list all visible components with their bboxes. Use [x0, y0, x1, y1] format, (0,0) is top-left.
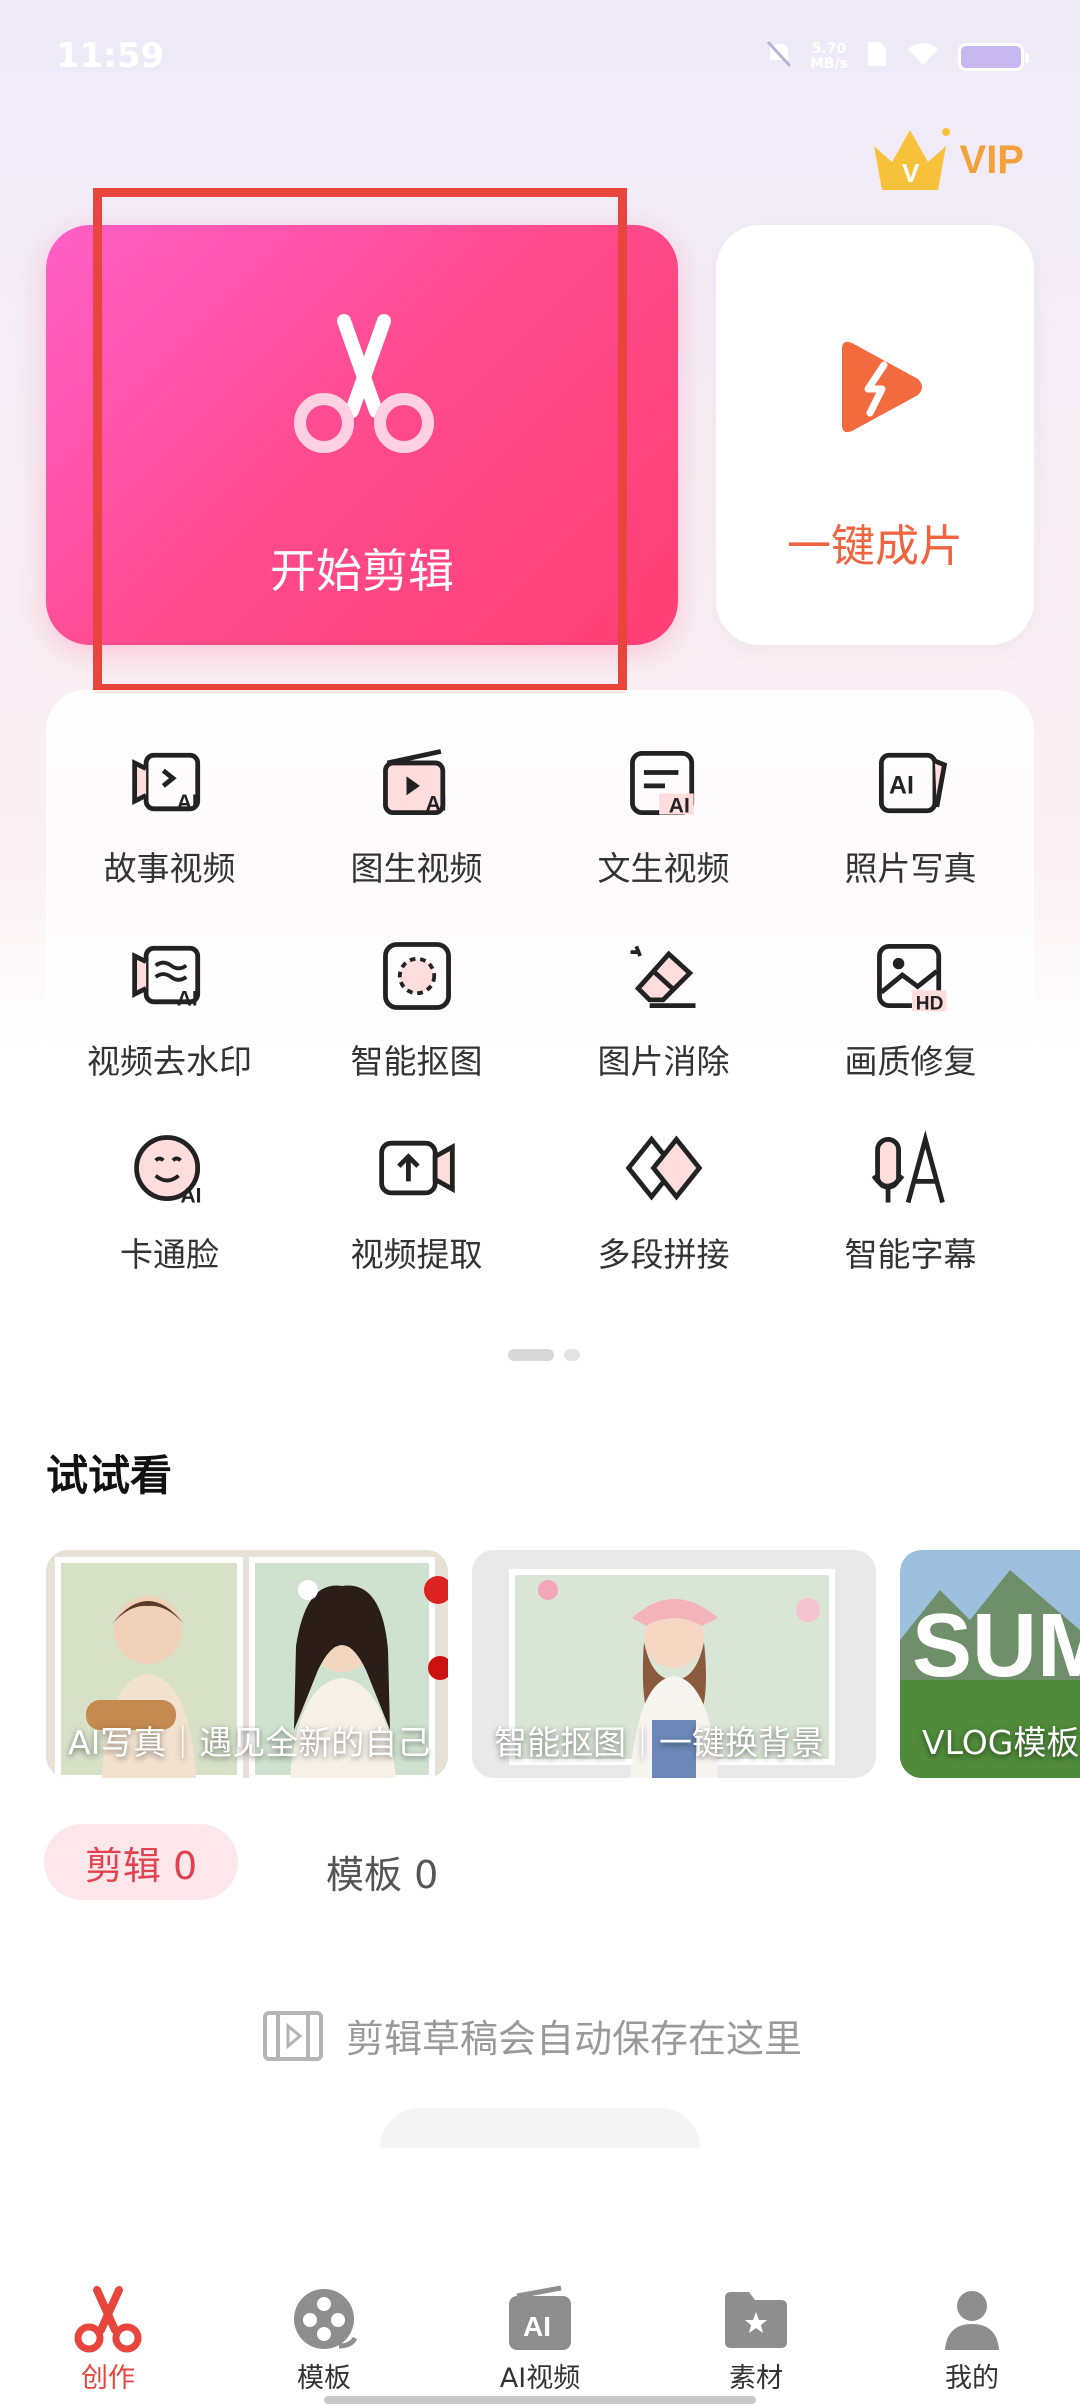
- image-to-video-icon: AI: [382, 749, 446, 816]
- tool-image-to-video[interactable]: AI 图生视频: [293, 700, 540, 890]
- tool-label: 文生视频: [597, 849, 730, 888]
- tool-story-video[interactable]: AI 故事视频: [46, 700, 293, 890]
- vip-button[interactable]: V VIP: [866, 118, 1024, 202]
- tool-label: 多段拼接: [597, 1235, 730, 1274]
- tool-label: 图片消除: [597, 1042, 730, 1081]
- smart-cutout-icon: [382, 942, 451, 1010]
- tab-template-drafts[interactable]: 模板 0: [326, 1844, 438, 1899]
- page-dot: [564, 1349, 580, 1361]
- tool-label: 视频去水印: [87, 1042, 252, 1081]
- video-extract-icon: [378, 1140, 455, 1196]
- nav-create[interactable]: 创作: [0, 2262, 216, 2408]
- status-time: 11:59: [56, 36, 165, 76]
- nav-label: 素材: [729, 2363, 783, 2394]
- banner-vlog[interactable]: SUM VLOG模板: [900, 1550, 1080, 1778]
- ai-photo-icon: AI: [878, 752, 947, 814]
- banner-label: AI写真｜遇见全新的自己: [68, 1723, 431, 1762]
- smart-subtitle-icon: [871, 1130, 945, 1204]
- svg-text:AI: AI: [176, 988, 197, 1011]
- nav-ai-video[interactable]: AI AI视频: [432, 2262, 648, 2408]
- svg-text:AI: AI: [889, 773, 914, 800]
- tool-image-erase[interactable]: 图片消除: [540, 893, 787, 1083]
- multi-segment-icon: [625, 1135, 702, 1201]
- svg-text:HD: HD: [915, 993, 943, 1014]
- nav-label: 创作: [81, 2363, 135, 2394]
- empty-drafts-hint: 剪辑草稿会自动保存在这里: [262, 2008, 802, 2063]
- tool-label: 故事视频: [103, 849, 236, 888]
- text-to-video-icon: AI: [629, 750, 694, 818]
- tool-label: 智能字幕: [844, 1235, 977, 1274]
- one-click-label: 一键成片: [787, 521, 963, 572]
- banner-smart-cutout[interactable]: 智能抠图｜一键换背景: [472, 1550, 876, 1778]
- net-speed: 5.70 MB/s: [809, 41, 848, 72]
- person-icon: [945, 2291, 999, 2350]
- nav-label: 模板: [297, 2363, 351, 2394]
- status-icons: 5.70 MB/s: [766, 40, 1029, 74]
- one-click-card[interactable]: 一键成片: [716, 225, 1034, 645]
- film-icon: [263, 2010, 323, 2061]
- tool-smart-cutout[interactable]: 智能抠图: [293, 893, 540, 1083]
- banner-ai-photo[interactable]: AI写真｜遇见全新的自己: [46, 1550, 448, 1778]
- one-click-icon: [824, 335, 928, 443]
- svg-text:AI: AI: [180, 1184, 201, 1207]
- decorative-shape: [380, 2108, 700, 2148]
- tool-hd-repair[interactable]: HD 画质修复: [787, 893, 1034, 1083]
- tool-label: 智能抠图: [350, 1042, 483, 1081]
- folder-icon: [725, 2292, 787, 2348]
- nav-label: 我的: [945, 2363, 999, 2394]
- tool-label: 画质修复: [844, 1042, 977, 1081]
- banner-label: VLOG模板: [922, 1723, 1080, 1762]
- nav-templates[interactable]: 模板: [216, 2262, 432, 2408]
- page-indicator: [508, 1349, 580, 1361]
- svg-text:AI: AI: [668, 795, 689, 818]
- eraser-icon: [630, 945, 696, 1009]
- battery-icon: [958, 43, 1029, 71]
- remove-watermark-icon: AI: [131, 945, 200, 1011]
- crown-icon: V: [866, 118, 954, 202]
- mute-icon: [766, 40, 792, 74]
- svg-text:V: V: [902, 158, 920, 188]
- bottom-nav: 创作 模板 AI AI视频 素材 我的: [0, 2262, 1080, 2408]
- tool-text-to-video[interactable]: AI 文生视频: [540, 700, 787, 890]
- cartoon-face-icon: AI: [133, 1135, 201, 1207]
- tool-cartoon-face[interactable]: AI 卡通脸: [46, 1086, 293, 1276]
- story-video-icon: AI: [131, 752, 200, 814]
- svg-text:AI: AI: [425, 793, 446, 816]
- sim-icon: [866, 40, 888, 74]
- nav-materials[interactable]: 素材: [648, 2262, 864, 2408]
- tool-video-extract[interactable]: 视频提取: [293, 1086, 540, 1276]
- scissors-icon: [74, 2286, 142, 2353]
- tool-multi-segment[interactable]: 多段拼接: [540, 1086, 787, 1276]
- section-title: 试试看: [46, 1451, 173, 1500]
- home-indicator: [324, 2396, 756, 2404]
- film-reel-icon: [294, 2289, 358, 2349]
- banner-label: 智能抠图｜一键换背景: [494, 1723, 824, 1762]
- svg-text:AI: AI: [176, 791, 197, 814]
- tool-remove-watermark[interactable]: AI 视频去水印: [46, 893, 293, 1083]
- nav-profile[interactable]: 我的: [864, 2262, 1080, 2408]
- nav-label: AI视频: [499, 2363, 581, 2394]
- highlight-box: [93, 188, 627, 693]
- vip-label: VIP: [959, 137, 1024, 182]
- tool-label: 视频提取: [350, 1235, 483, 1274]
- ai-video-icon: AI: [509, 2285, 571, 2350]
- page-dot-active: [508, 1349, 554, 1361]
- hd-repair-icon: HD: [876, 943, 946, 1014]
- tool-ai-photo[interactable]: AI 照片写真: [787, 700, 1034, 890]
- wifi-icon: [906, 41, 940, 73]
- tool-label: 图生视频: [350, 849, 483, 888]
- vlog-overlay-text: SUM: [912, 1596, 1080, 1696]
- tab-edit-drafts[interactable]: 剪辑 0: [44, 1824, 238, 1900]
- tool-smart-subtitle[interactable]: 智能字幕: [787, 1086, 1034, 1276]
- tool-label: 卡通脸: [120, 1235, 219, 1274]
- empty-hint-text: 剪辑草稿会自动保存在这里: [346, 2017, 803, 2061]
- svg-text:AI: AI: [523, 2311, 551, 2342]
- tool-label: 照片写真: [844, 849, 977, 888]
